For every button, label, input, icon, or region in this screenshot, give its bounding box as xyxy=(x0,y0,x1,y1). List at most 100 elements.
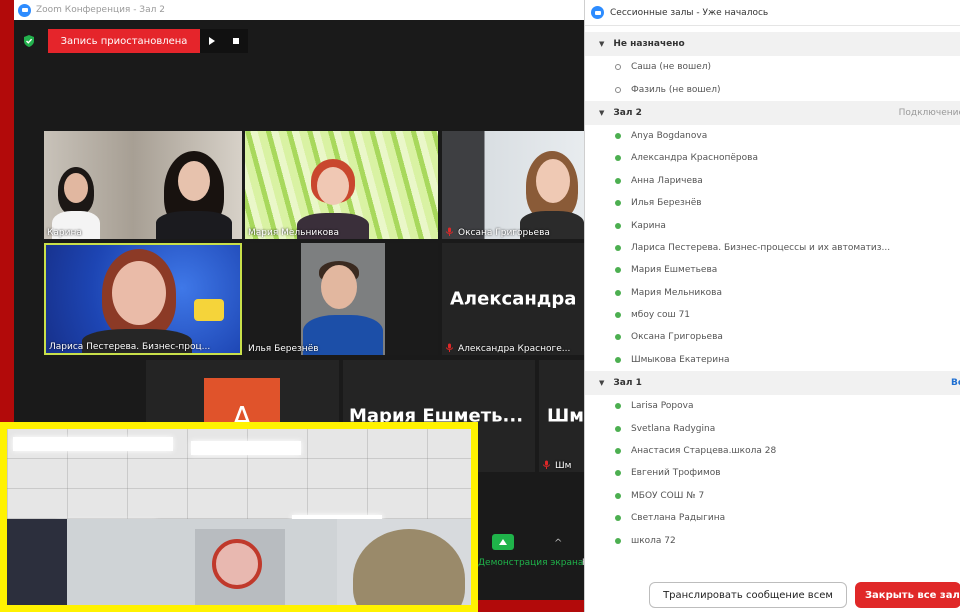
room-participant: Лариса Пестерева. Бизнес-процессы и их а… xyxy=(585,237,960,259)
resume-recording-icon[interactable] xyxy=(209,37,215,45)
participant-name: Мария Ешметьева xyxy=(631,265,718,276)
participant-name: Svetlana Radygina xyxy=(631,423,716,434)
classroom-wall xyxy=(7,519,471,605)
breakout-rooms-panel: Сессионные залы - Уже началось ▼ Не назна… xyxy=(584,0,960,612)
room-name: Зал 2 xyxy=(613,107,642,118)
participant-name: МБОУ СОШ № 7 xyxy=(631,490,705,501)
status-dot-icon xyxy=(615,177,621,184)
participant-name: Шмыкова Екатерина xyxy=(631,354,730,365)
status-dot-icon xyxy=(615,515,621,522)
window-title: Zoom Конференция - Зал 2 xyxy=(36,5,165,15)
panel-titlebar: Сессионные залы - Уже началось xyxy=(585,0,960,26)
video-tile-larisa-active-speaker[interactable]: Лариса Пестерева. Бизнес-проц... xyxy=(44,243,242,355)
status-dot-icon xyxy=(615,64,621,71)
room-participant: мбоу сош 71 xyxy=(585,304,960,326)
share-screen-icon xyxy=(492,534,514,550)
caret-down-icon[interactable]: ▼ xyxy=(599,379,604,387)
zoom-logo-icon xyxy=(18,3,31,17)
room-participant: Мария Ешметьева xyxy=(585,259,960,281)
caret-down-icon[interactable]: ▼ xyxy=(599,40,604,48)
participant-name: Саша (не вошел) xyxy=(631,62,712,73)
video-tile-oksana[interactable]: Оксана Григорьева xyxy=(442,131,584,239)
stop-recording-icon[interactable] xyxy=(233,38,239,44)
chevron-up-icon[interactable]: ^ xyxy=(554,538,562,549)
participant-name: Анастасия Старцева.школа 28 xyxy=(631,446,777,457)
panel-footer: Транслировать сообщение всем Закрыть все… xyxy=(585,578,960,612)
participant-name: Илья Березнёв xyxy=(631,198,702,209)
broadcast-message-button[interactable]: Транслировать сообщение всем xyxy=(649,582,847,608)
participant-display-name: Александра xyxy=(450,288,577,310)
participant-name: мбоу сош 71 xyxy=(631,310,691,321)
room-header[interactable]: ▼ Зал 2 Подключение xyxy=(585,100,960,125)
participant-name: Илья Березнёв xyxy=(248,344,319,354)
status-dot-icon xyxy=(615,403,621,410)
room-participant: Larisa Popova xyxy=(585,395,960,417)
participant-name: Larisa Popova xyxy=(631,401,694,412)
participant-name: Шм xyxy=(555,461,572,471)
room-participant: Светлана Радыгина xyxy=(585,507,960,529)
caret-down-icon[interactable]: ▼ xyxy=(599,109,604,117)
room-participant: Александра Краснопёрова xyxy=(585,147,960,169)
room-name: Не назначено xyxy=(613,39,685,49)
participant-name: Фазиль (не вошел) xyxy=(631,84,721,95)
room-participant: Anya Bogdanova xyxy=(585,125,960,147)
room-participant: школа 72 xyxy=(585,529,960,551)
participant-name: Мария Мельникова xyxy=(248,228,339,238)
room-camera-video xyxy=(0,422,478,612)
room-participant: Карина xyxy=(585,214,960,236)
panel-title: Сессионные залы - Уже началось xyxy=(610,7,769,18)
participant-name: Александра Краснопёрова xyxy=(631,153,758,164)
room-participant: Svetlana Radygina xyxy=(585,417,960,439)
room-participant: Евгений Трофимов xyxy=(585,462,960,484)
participant-name: Светлана Радыгина xyxy=(631,513,726,524)
participant-name: Карина xyxy=(47,228,82,238)
video-tile-karina[interactable]: Карина xyxy=(44,131,242,239)
room-participant: Илья Березнёв xyxy=(585,192,960,214)
room-participant: Анна Ларичева xyxy=(585,170,960,192)
share-screen-label: Демонстрация экрана xyxy=(478,558,584,568)
recording-bar: Запись приостановлена xyxy=(14,28,248,54)
video-tile-shm[interactable]: Шм Шм xyxy=(539,360,584,472)
participant-name: Лариса Пестерева. Бизнес-процессы и их а… xyxy=(631,242,891,253)
ceiling-image xyxy=(7,429,471,535)
status-dot-icon xyxy=(615,132,621,139)
video-tile-ilya[interactable]: Илья Березнёв xyxy=(245,243,438,355)
room-participant: Фазиль (не вошел) xyxy=(585,78,960,100)
status-dot-icon xyxy=(615,448,621,455)
zoom-logo-icon xyxy=(591,6,604,19)
status-dot-icon xyxy=(615,537,621,544)
meeting-toolbar: Демонстрация экрана ^ Р xyxy=(478,530,584,580)
room-name: Зал 1 xyxy=(613,378,642,389)
status-dot-icon xyxy=(615,267,621,274)
status-dot-icon xyxy=(615,200,621,207)
status-dot-icon xyxy=(615,470,621,477)
status-dot-icon xyxy=(615,289,621,296)
participant-name: Anya Bogdanova xyxy=(631,130,708,141)
recording-controls xyxy=(200,29,248,53)
close-all-rooms-button[interactable]: Закрыть все залы xyxy=(854,582,960,608)
video-tile-alexandra[interactable]: Александра Александра Красноге... xyxy=(442,243,584,355)
room-header[interactable]: ▼ Зал 1 Во xyxy=(585,371,960,396)
participant-name: Лариса Пестерева. Бизнес-проц... xyxy=(49,342,211,352)
participant-name: Оксана Григорьева xyxy=(458,228,550,238)
room-join-action[interactable]: Во xyxy=(951,378,960,388)
status-dot-icon xyxy=(615,312,621,319)
recording-status: Запись приостановлена xyxy=(48,29,200,53)
participant-name: Карина xyxy=(631,220,666,231)
participant-display-name: Шм xyxy=(547,405,584,427)
participant-name: Оксана Григорьева xyxy=(631,332,723,343)
participant-name: школа 72 xyxy=(631,535,676,546)
shield-icon[interactable] xyxy=(22,34,36,48)
room-participant: Анастасия Старцева.школа 28 xyxy=(585,440,960,462)
status-dot-icon xyxy=(615,492,621,499)
participant-name: Александра Красноге... xyxy=(458,344,571,354)
rooms-list: ▼ Не назначено Саша (не вошел) Фазиль (не в… xyxy=(585,26,960,552)
status-dot-icon xyxy=(615,222,621,229)
status-dot-icon xyxy=(615,425,621,432)
participant-name: Евгений Трофимов xyxy=(631,468,721,479)
status-dot-icon xyxy=(615,155,621,162)
room-header[interactable]: ▼ Не назначено xyxy=(585,32,960,56)
video-tile-maria-melnikova[interactable]: Мария Мельникова xyxy=(245,131,438,239)
participant-name: Анна Ларичева xyxy=(631,175,703,186)
room-join-action[interactable]: Подключение xyxy=(899,108,960,118)
